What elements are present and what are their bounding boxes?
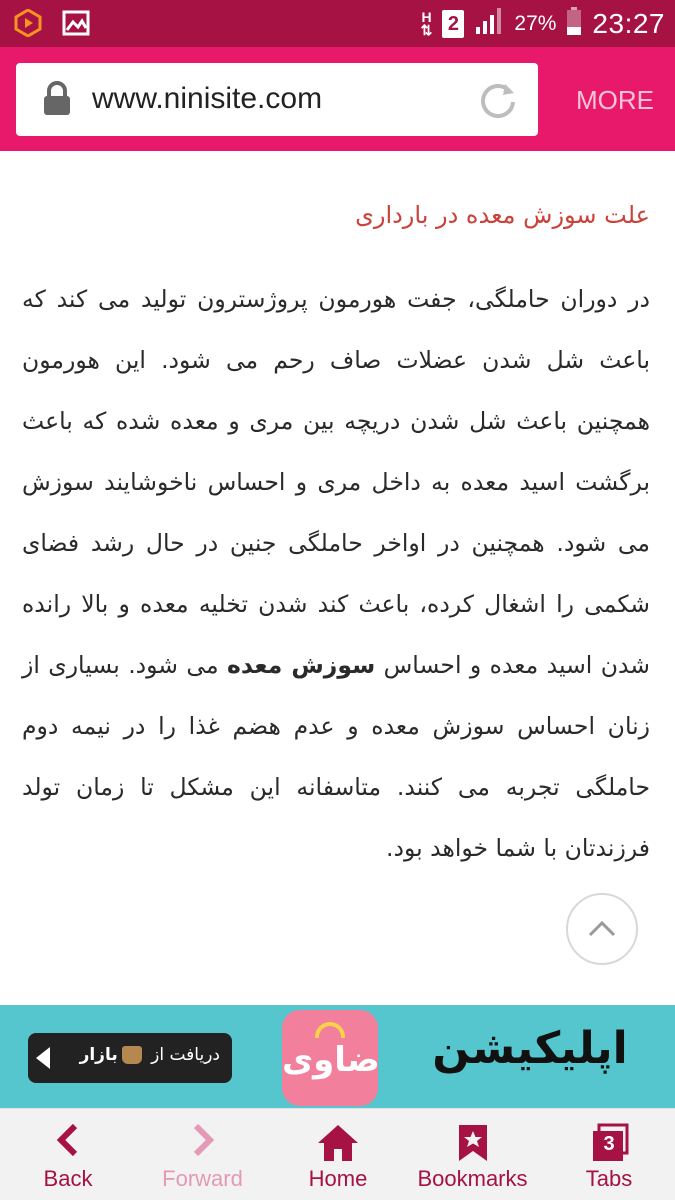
- article-paragraph: در دوران حاملگی، جفت هورمون پروژسترون تو…: [22, 269, 650, 879]
- bazaar-download-label: دریافت از بازار: [79, 1045, 220, 1065]
- article-bold-term[interactable]: سوزش معده: [227, 651, 375, 679]
- back-label: Back: [43, 1166, 93, 1191]
- bookmarks-button[interactable]: Bookmarks: [410, 1109, 535, 1200]
- app-logo-text: ضاوی: [282, 1040, 380, 1080]
- scroll-to-top-button[interactable]: [566, 893, 638, 965]
- home-icon: [318, 1125, 358, 1161]
- bottom-navigation: Back Forward Home Bookmarks 3 Tabs: [0, 1108, 675, 1200]
- reload-icon[interactable]: [478, 80, 518, 124]
- sim-slot-indicator: 2: [442, 9, 465, 38]
- article-text-part: در دوران حاملگی، جفت هورمون پروژسترون تو…: [22, 285, 650, 679]
- tabs-button[interactable]: 3 Tabs: [560, 1109, 658, 1200]
- app-ad-banner[interactable]: دریافت از بازار ضاوی اپلیکیشن: [0, 1005, 675, 1108]
- shopping-bag-icon: [315, 1022, 345, 1038]
- tabs-label: Tabs: [585, 1166, 633, 1191]
- article-heading: علت سوزش معده در بارداری: [355, 201, 650, 229]
- signal-icon: [474, 7, 504, 40]
- forward-button[interactable]: Forward: [150, 1109, 255, 1200]
- article-content: علت سوزش معده در بارداری در دوران حاملگی…: [22, 185, 650, 879]
- home-button[interactable]: Home: [288, 1109, 388, 1200]
- tab-count: 3: [603, 1133, 615, 1155]
- more-menu-button[interactable]: MORE: [576, 85, 654, 116]
- bazaar-download-button[interactable]: دریافت از بازار: [28, 1033, 232, 1083]
- play-arrow-icon: [36, 1047, 50, 1069]
- chevron-right-icon: [193, 1123, 214, 1157]
- image-notification-icon: [62, 10, 90, 40]
- app-word-label: اپلیکیشن: [432, 1023, 628, 1074]
- address-bar[interactable]: www.ninisite.com: [16, 63, 538, 136]
- lock-icon: [40, 81, 74, 121]
- bookmark-icon: [458, 1125, 487, 1161]
- bazaar-bag-icon: [121, 1046, 142, 1064]
- url-text[interactable]: www.ninisite.com: [92, 82, 322, 116]
- app-notification-icon: [14, 8, 42, 41]
- browser-toolbar: www.ninisite.com MORE: [0, 47, 675, 151]
- forward-label: Forward: [162, 1166, 243, 1191]
- bookmarks-label: Bookmarks: [417, 1166, 528, 1191]
- chevron-up-icon: [588, 920, 616, 937]
- home-label: Home: [308, 1166, 368, 1191]
- battery-icon: [566, 6, 582, 41]
- battery-percent: 27%: [514, 11, 557, 35]
- chevron-left-icon: [56, 1123, 78, 1157]
- status-bar: H ⇅ 2 27% 23:27: [0, 0, 675, 47]
- app-icon[interactable]: ضاوی: [282, 1010, 380, 1106]
- article-text-part: می شود. بسیاری از زنان احساس سوزش معده و…: [22, 651, 650, 862]
- network-type-indicator: H ⇅: [420, 8, 433, 38]
- back-button[interactable]: Back: [18, 1109, 118, 1200]
- clock: 23:27: [592, 7, 665, 39]
